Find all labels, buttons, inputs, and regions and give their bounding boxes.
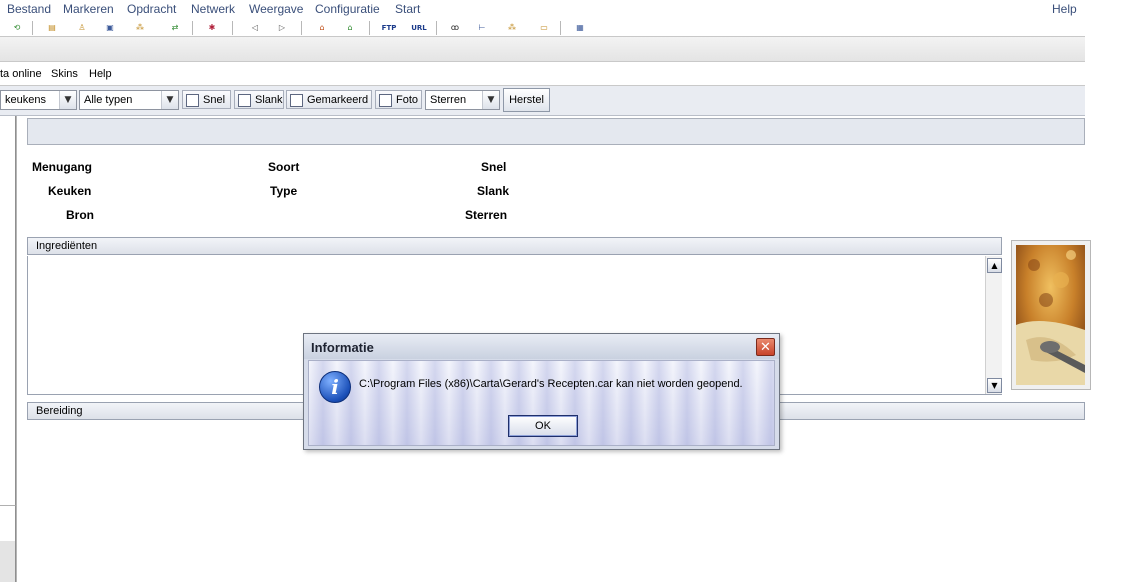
menu-configuratie[interactable]: Configuratie — [315, 2, 380, 16]
field-snel-label: Snel — [481, 160, 507, 174]
ingredients-title: Ingrediënten — [36, 240, 98, 252]
checkbox-box — [379, 94, 392, 107]
menu-skins[interactable]: Skins — [51, 68, 78, 80]
reset-button[interactable]: Herstel — [503, 88, 550, 112]
dialog-titlebar[interactable]: Informatie ✕ — [304, 334, 779, 359]
menu-opdracht[interactable]: Opdracht — [127, 2, 176, 16]
person-icon[interactable]: ♙ — [75, 23, 89, 33]
info-icon: i — [319, 371, 351, 403]
stars-select[interactable]: Sterren ▼ — [425, 90, 500, 110]
left-panel-divider — [0, 505, 16, 542]
toolbar-separator — [301, 21, 302, 35]
menu-netwerk[interactable]: Netwerk — [191, 2, 235, 16]
field-type-label: Type — [270, 184, 298, 198]
forward-icon[interactable]: ▷ — [275, 23, 289, 33]
recipes-icon[interactable]: ▤ — [45, 23, 59, 33]
field-menugang-label: Menugang — [32, 160, 92, 174]
filter-toolbar: keukens ▼ Alle typen ▼ Snel Slank Gemark… — [0, 86, 1085, 116]
house-icon[interactable]: ⌂ — [343, 23, 357, 33]
calendar-icon[interactable]: ▦ — [573, 23, 587, 33]
toolbar-separator — [192, 21, 193, 35]
type-select-value: Alle typen — [84, 94, 133, 106]
chevron-down-icon: ▼ — [161, 91, 178, 109]
menu-markeren[interactable]: Markeren — [63, 2, 114, 16]
home-icon[interactable]: ⌂ — [315, 23, 329, 33]
app-toolbar: ⟲ ▤ ♙ ▣ ⁂ ⇄ ✱ ◁ ▷ ⌂ ⌂ FTP URL ꝏ ⊢ ⁂ ▭ ▦ — [0, 19, 1085, 37]
menu-weergave[interactable]: Weergave — [249, 2, 303, 16]
app-menubar: Bestand Markeren Opdracht Netwerk Weerga… — [0, 0, 1085, 19]
menu-bestand[interactable]: Bestand — [7, 2, 51, 16]
slank-checkbox[interactable]: Slank — [234, 90, 284, 109]
stars-select-value: Sterren — [430, 94, 467, 106]
foto-label: Foto — [396, 94, 419, 106]
menu-start[interactable]: Start — [395, 2, 420, 16]
menu-help[interactable]: Help — [1052, 2, 1077, 16]
address-bar — [0, 37, 1085, 62]
url-icon[interactable]: URL — [410, 23, 428, 33]
transfer-icon[interactable]: ⇄ — [168, 23, 182, 33]
network-icon[interactable]: ⁂ — [505, 23, 519, 33]
toolbar-separator — [232, 21, 233, 35]
field-slank-label: Slank — [477, 184, 510, 198]
field-sterren-label: Sterren — [465, 208, 508, 222]
close-icon[interactable]: ✕ — [756, 338, 775, 356]
back-icon[interactable]: ◁ — [248, 23, 262, 33]
scroll-down-icon[interactable]: ▼ — [987, 378, 1002, 393]
window-icon[interactable]: ▣ — [103, 23, 117, 33]
kitchen-select[interactable]: keukens ▼ — [0, 90, 77, 110]
tree-icon[interactable]: ⊢ — [475, 23, 489, 33]
bug-icon[interactable]: ✱ — [205, 23, 219, 33]
toolbar-separator — [560, 21, 561, 35]
scroll-up-icon[interactable]: ▲ — [987, 258, 1002, 273]
toolbar-separator — [436, 21, 437, 35]
kitchen-select-value: keukens — [5, 94, 46, 106]
type-select[interactable]: Alle typen ▼ — [79, 90, 179, 110]
dialog-title: Informatie — [311, 340, 374, 355]
toolbar-separator — [32, 21, 33, 35]
ingredients-scrollbar[interactable]: ▲ ▼ — [985, 256, 1002, 394]
inner-menubar: ta online Skins Help — [0, 62, 1085, 86]
lock-icon[interactable]: ▭ — [537, 23, 551, 33]
dialog-body: i C:\Program Files (x86)\Carta\Gerard's … — [308, 360, 775, 446]
field-soort-label: Soort — [268, 160, 300, 174]
preparation-title: Bereiding — [36, 405, 83, 417]
info-dialog: Informatie ✕ i C:\Program Files (x86)\Ca… — [303, 333, 780, 450]
ok-button[interactable]: OK — [508, 415, 578, 437]
slank-label: Slank — [255, 94, 283, 106]
chevron-down-icon: ▼ — [482, 91, 499, 109]
binoculars-icon[interactable]: ꝏ — [448, 23, 462, 33]
snel-label: Snel — [203, 94, 226, 106]
snel-checkbox[interactable]: Snel — [182, 90, 231, 109]
dialog-message: C:\Program Files (x86)\Carta\Gerard's Re… — [359, 378, 743, 390]
field-bron-label: Bron — [66, 208, 94, 222]
chevron-down-icon: ▼ — [59, 91, 76, 109]
gemarkeerd-label: Gemarkeerd — [307, 94, 369, 106]
menu-inner-help[interactable]: Help — [89, 68, 112, 80]
ingredients-header: Ingrediënten — [27, 237, 1002, 255]
menu-carta-online[interactable]: ta online — [0, 68, 42, 80]
left-panel-footer — [0, 541, 16, 582]
ftp-icon[interactable]: FTP — [380, 23, 398, 33]
foto-checkbox[interactable]: Foto — [375, 90, 422, 109]
checkbox-box — [186, 94, 199, 107]
toolbar-separator — [369, 21, 370, 35]
checkbox-box — [290, 94, 303, 107]
refresh-icon[interactable]: ⟲ — [10, 23, 24, 33]
recipe-title-bar — [27, 118, 1085, 145]
recipe-photo[interactable] — [1016, 245, 1085, 385]
share-icon[interactable]: ⁂ — [133, 23, 147, 33]
checkbox-box — [238, 94, 251, 107]
gemarkeerd-checkbox[interactable]: Gemarkeerd — [286, 90, 372, 109]
field-keuken-label: Keuken — [48, 184, 92, 198]
